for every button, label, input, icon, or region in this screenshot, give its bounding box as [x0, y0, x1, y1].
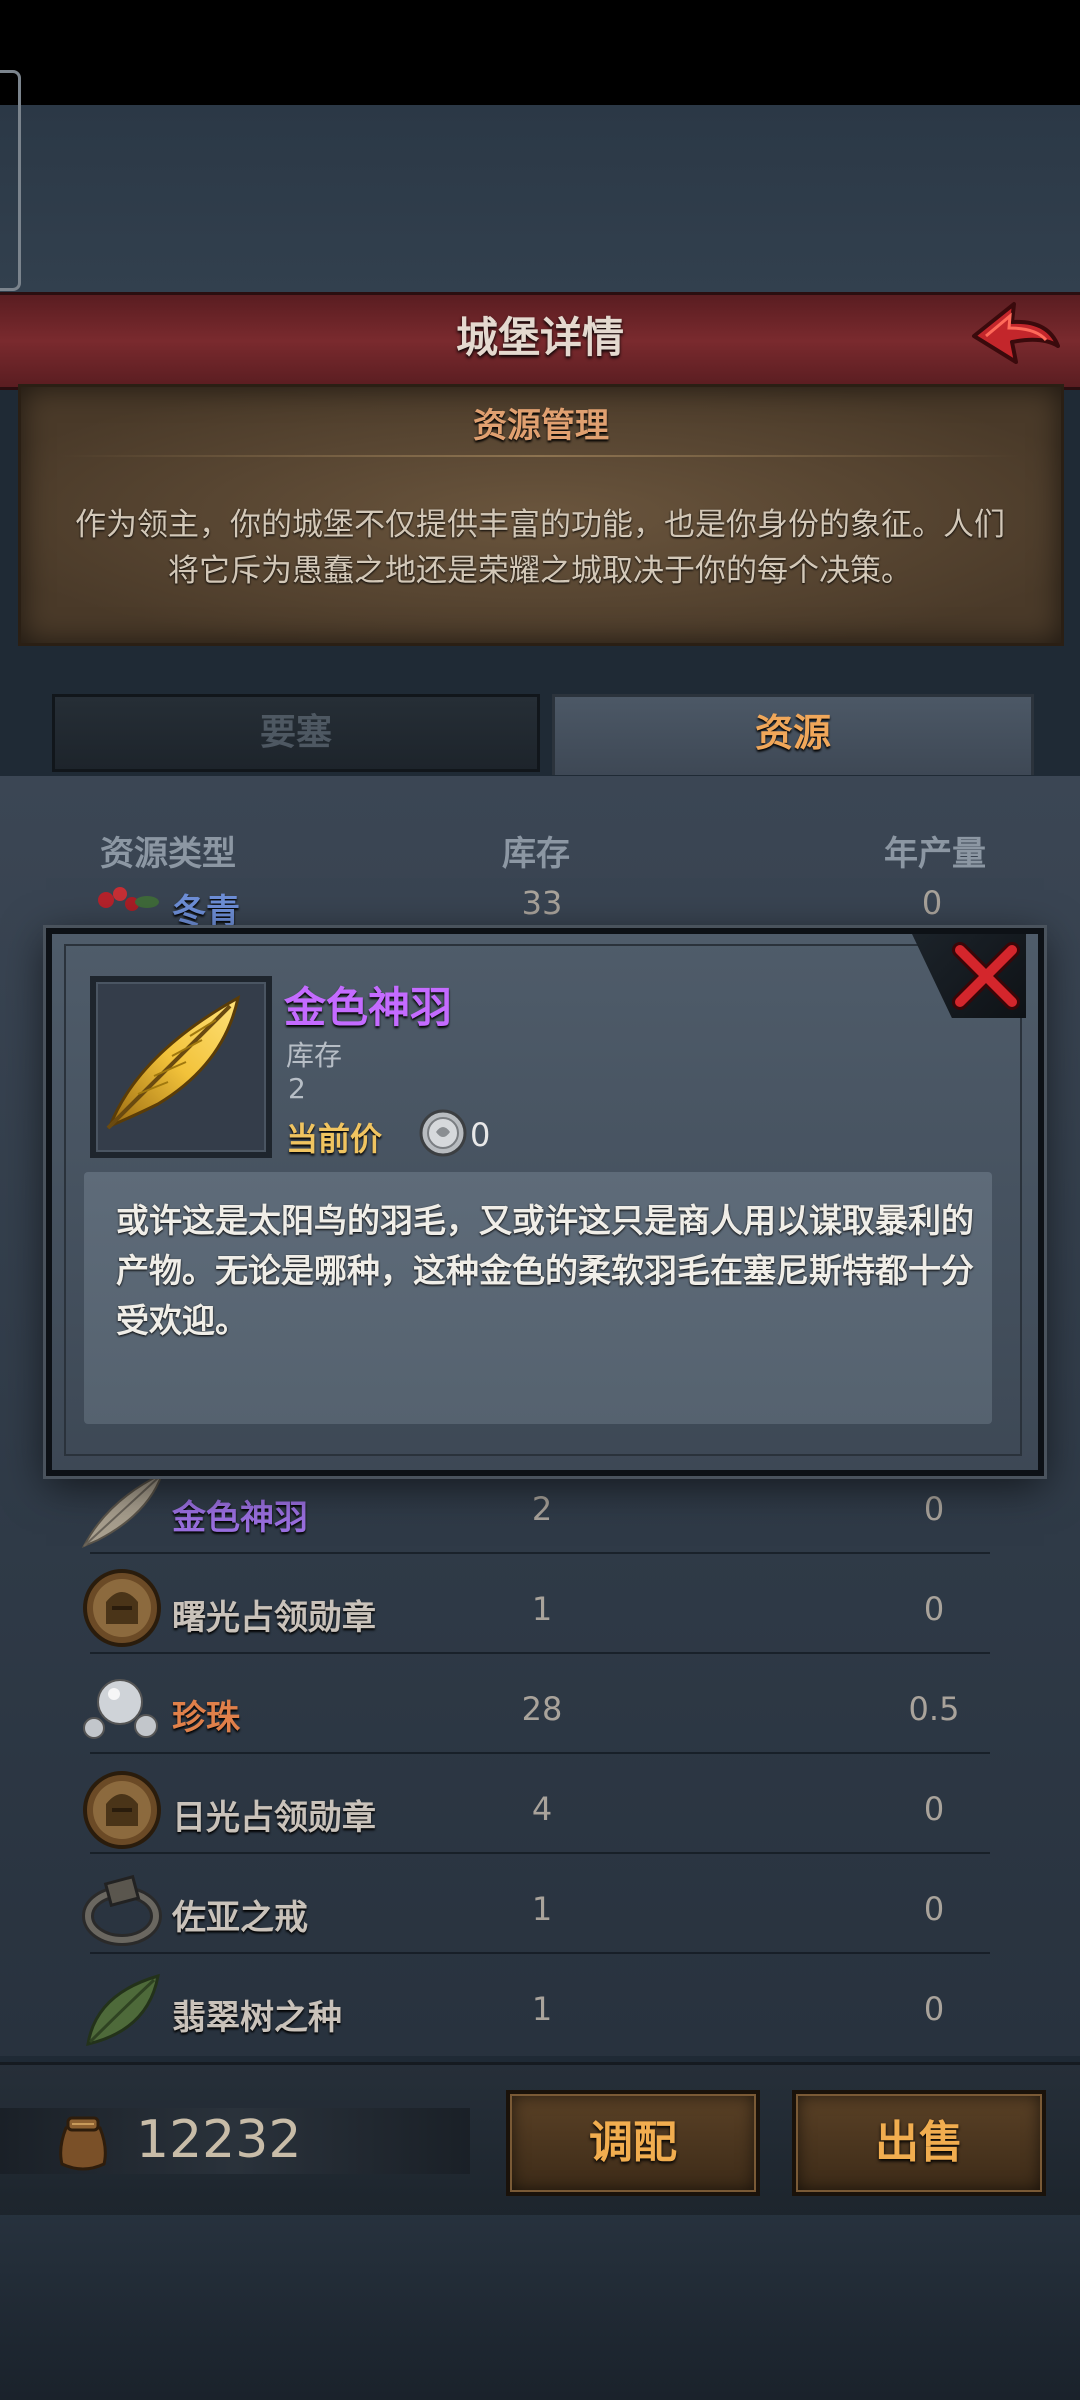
resource-stock: 33 — [521, 884, 563, 922]
resource-stock: 28 — [521, 1690, 563, 1728]
bottom-background — [0, 2210, 1080, 2400]
pearls-icon — [83, 1679, 158, 1739]
golden-feather-icon — [81, 1472, 164, 1549]
column-header-type: 资源类型 — [100, 834, 236, 874]
info-panel-title: 资源管理 — [473, 406, 609, 446]
resource-name[interactable]: 翡翠树之种 — [172, 1990, 342, 2039]
resource-stock: 4 — [531, 1790, 553, 1828]
sell-button[interactable]: 出售 — [792, 2090, 1046, 2196]
resource-name[interactable]: 日光占领勋章 — [172, 1790, 376, 1839]
golden-feather-icon — [106, 995, 241, 1130]
row-divider — [90, 1952, 990, 1954]
close-icon[interactable] — [950, 940, 1022, 1012]
resource-name[interactable]: 珍珠 — [172, 1690, 240, 1739]
status-bar-area — [0, 0, 1080, 105]
resource-yield: 0.5 — [908, 1690, 960, 1728]
column-header-yield: 年产量 — [884, 834, 986, 874]
item-stock-value: 2 — [288, 1072, 306, 1105]
top-background — [0, 105, 1080, 295]
row-divider — [90, 1652, 990, 1654]
resource-name[interactable]: 曙光占领勋章 — [172, 1590, 376, 1639]
gold-amount: 12232 — [136, 2110, 302, 2170]
resource-name[interactable]: 佐亚之戒 — [172, 1890, 308, 1939]
resource-stock: 1 — [531, 1590, 553, 1628]
resource-stock: 1 — [531, 1890, 553, 1928]
item-name: 金色神羽 — [284, 983, 453, 1032]
resource-yield: 0 — [923, 1790, 945, 1828]
side-frame-decoration — [0, 70, 21, 291]
column-header-stock: 库存 — [502, 834, 570, 874]
resource-yield: 0 — [923, 1890, 945, 1928]
item-stock-label: 库存 — [286, 1039, 343, 1072]
divider — [60, 455, 1020, 457]
row-divider — [90, 1852, 990, 1854]
tab-fortress-label[interactable]: 要塞 — [52, 694, 540, 772]
tab-resources-label[interactable]: 资源 — [552, 694, 1034, 772]
helmet-medal-icon — [83, 1771, 161, 1849]
page-title: 城堡详情 — [455, 313, 624, 362]
resource-yield: 0 — [923, 1490, 945, 1528]
leaf-seed-icon — [86, 1973, 160, 2046]
price-value: 0 — [470, 1116, 491, 1154]
ring-icon — [82, 1874, 162, 1946]
price-label: 当前价 — [286, 1120, 383, 1158]
resource-yield: 0 — [921, 884, 943, 922]
resource-name: 冬青 — [172, 892, 240, 932]
resource-name[interactable]: 金色神羽 — [172, 1490, 308, 1539]
coin-sack-icon — [59, 2116, 107, 2171]
helmet-medal-icon — [83, 1569, 161, 1647]
holly-icon — [98, 887, 159, 911]
info-panel-description: 作为领主，你的城堡不仅提供丰富的功能，也是你身份的象征。人们将它斥为愚蠢之地还是… — [75, 507, 1005, 589]
resource-yield: 0 — [923, 1590, 945, 1628]
row-divider — [90, 1552, 990, 1554]
back-arrow-icon[interactable] — [968, 296, 1064, 380]
silver-coin-icon — [419, 1109, 467, 1157]
item-description: 或许这是太阳鸟的羽毛，又或许这只是商人用以谋取暴利的产物。无论是哪种，这种金色的… — [116, 1201, 974, 1340]
allocate-button[interactable]: 调配 — [506, 2090, 760, 2196]
row-divider — [90, 1752, 990, 1754]
resource-yield: 0 — [923, 1990, 945, 2028]
resource-stock: 2 — [531, 1490, 553, 1528]
resource-stock: 1 — [531, 1990, 553, 2028]
